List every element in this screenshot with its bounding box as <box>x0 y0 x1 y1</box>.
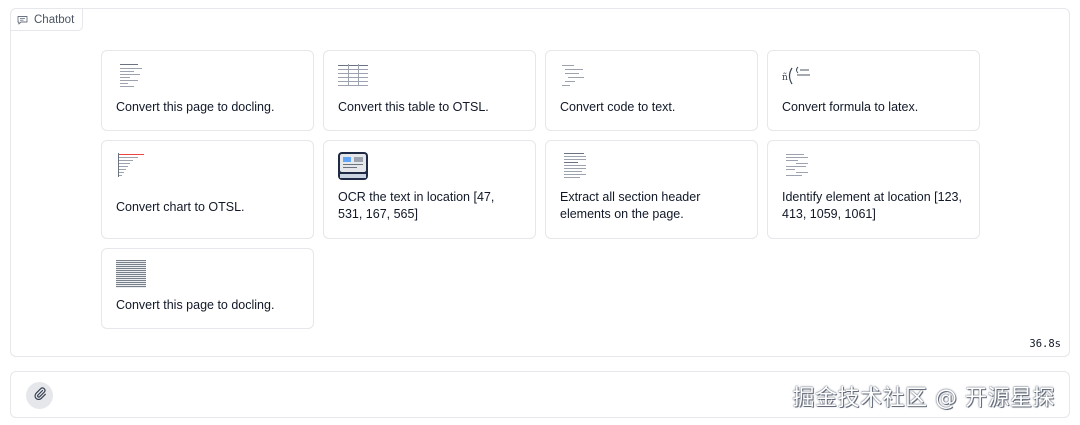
table-thumbnail <box>338 62 368 90</box>
example-text: Convert chart to OTSL. <box>116 200 245 214</box>
elapsed-time: 36.8s <box>1029 338 1061 350</box>
chatbot-label: Chatbot <box>11 9 84 31</box>
message-input-bar[interactable]: 掘金技术社区 @ 开源星探 <box>10 371 1070 418</box>
example-card[interactable]: OCR the text in location [47, 531, 167, … <box>323 140 536 239</box>
chart-thumbnail <box>116 152 146 180</box>
watermark: 掘金技术社区 @ 开源星探 <box>792 386 1055 411</box>
example-card[interactable]: Convert chart to OTSL. <box>101 140 314 239</box>
example-text: Convert this table to OTSL. <box>338 100 489 114</box>
example-text: Convert this page to docling. <box>116 298 275 312</box>
chatbot-panel: Chatbot Convert this page to docling. Co… <box>10 8 1070 357</box>
document-page-thumbnail <box>116 62 146 90</box>
example-card[interactable]: Convert this page to docling. <box>101 50 314 131</box>
chatbot-label-text: Chatbot <box>34 13 75 26</box>
example-card[interactable]: Identify element at location [123, 413, … <box>767 140 980 239</box>
example-text: Identify element at location [123, 413, … <box>782 190 962 221</box>
example-card[interactable]: Convert this table to OTSL. <box>323 50 536 131</box>
element-location-thumbnail <box>782 152 812 180</box>
paperclip-icon <box>33 386 47 405</box>
formula-thumbnail: ñ <box>782 62 812 90</box>
example-card[interactable]: Convert this page to docling. <box>101 248 314 329</box>
example-card[interactable]: ñ Convert formula to latex. <box>767 50 980 131</box>
example-text: Extract all section header elements on t… <box>560 190 701 221</box>
example-text: Convert code to text. <box>560 100 676 114</box>
ocr-thumbnail <box>338 152 368 180</box>
section-header-thumbnail <box>560 152 590 180</box>
chat-icon <box>17 15 28 25</box>
example-text: OCR the text in location [47, 531, 167, … <box>338 190 495 221</box>
example-text: Convert this page to docling. <box>116 100 275 114</box>
dense-page-thumbnail <box>116 260 146 288</box>
attach-button[interactable] <box>26 382 53 409</box>
code-thumbnail <box>560 62 590 90</box>
example-card[interactable]: Extract all section header elements on t… <box>545 140 758 239</box>
example-text: Convert formula to latex. <box>782 100 919 114</box>
svg-text:ñ: ñ <box>782 73 788 83</box>
example-prompts: Convert this page to docling. Convert th… <box>101 50 981 329</box>
example-card[interactable]: Convert code to text. <box>545 50 758 131</box>
